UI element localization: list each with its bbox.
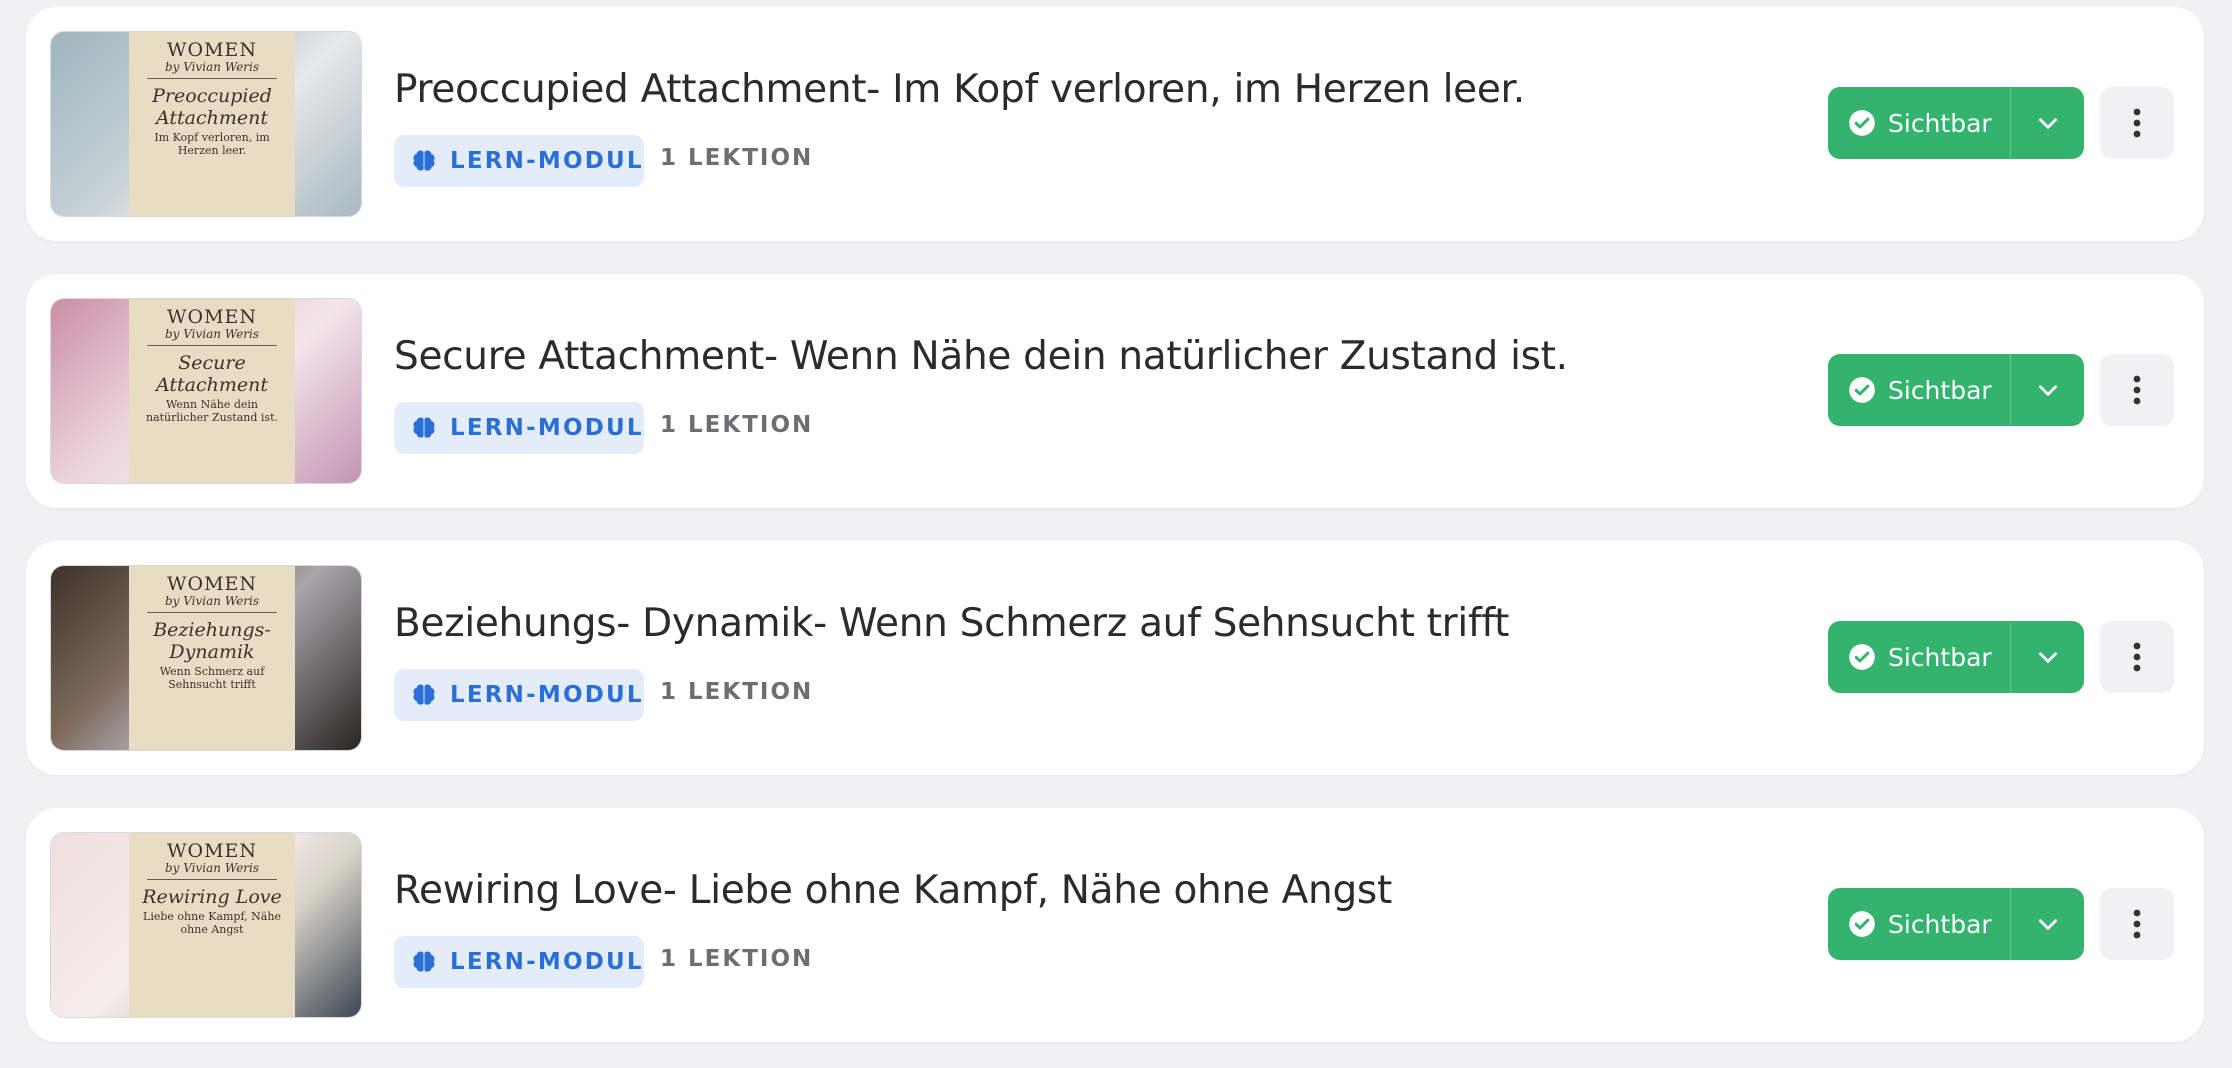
thumbnail-brand: WOMEN [166, 573, 258, 595]
more-vertical-icon [2133, 108, 2141, 138]
thumbnail-script-title: Rewiring Love [142, 886, 282, 908]
thumbnail-byline: by Vivian Weris [164, 327, 260, 341]
visibility-toggle[interactable]: Sichtbar [1828, 354, 2010, 426]
chevron-down-icon [2038, 385, 2057, 396]
module-title[interactable]: Rewiring Love- Liebe ohne Kampf, Nähe oh… [394, 868, 1392, 913]
visibility-button[interactable]: Sichtbar [1828, 87, 2084, 159]
module-card[interactable]: WOMEN by Vivian Weris Beziehungs- Dynami… [26, 541, 2204, 775]
brain-icon [413, 951, 435, 972]
thumbnail-brand: WOMEN [166, 306, 258, 328]
visibility-toggle[interactable]: Sichtbar [1828, 87, 2010, 159]
thumbnail-cover: WOMEN by Vivian Weris Secure Attachment … [129, 299, 295, 483]
module-type-label: LERN-MODUL [450, 415, 644, 441]
visibility-label: Sichtbar [1888, 642, 1992, 672]
chevron-down-icon [2038, 118, 2057, 129]
check-circle-icon [1849, 110, 1875, 136]
lesson-count: 1 LEKTION [660, 145, 814, 171]
visibility-dropdown-button[interactable] [2011, 888, 2084, 960]
thumbnail-script-title: Preoccupied Attachment [152, 85, 272, 129]
module-type-label: LERN-MODUL [450, 148, 644, 174]
brain-icon [413, 417, 435, 438]
more-vertical-icon [2133, 642, 2141, 672]
thumbnail-subtitle: Wenn Schmerz auf Sehnsucht trifft [159, 665, 265, 691]
chevron-down-icon [2038, 652, 2057, 663]
module-card[interactable]: WOMEN by Vivian Weris Secure Attachment … [26, 274, 2204, 508]
module-title[interactable]: Preoccupied Attachment- Im Kopf verloren… [394, 67, 1525, 112]
brain-icon [413, 684, 435, 705]
more-vertical-icon [2133, 909, 2141, 939]
thumbnail-script-title: Secure Attachment [156, 352, 268, 396]
module-type-badge: LERN-MODUL [394, 402, 644, 454]
visibility-button[interactable]: Sichtbar [1828, 354, 2084, 426]
thumbnail-subtitle: Im Kopf verloren, im Herzen leer. [154, 131, 270, 157]
check-circle-icon [1849, 377, 1875, 403]
module-type-badge: LERN-MODUL [394, 669, 644, 721]
thumbnail-divider [147, 345, 277, 346]
thumbnail-subtitle: Wenn Nähe dein natürlicher Zustand ist. [145, 398, 278, 424]
module-thumbnail[interactable]: WOMEN by Vivian Weris Rewiring Love Lieb… [50, 832, 362, 1018]
module-type-label: LERN-MODUL [450, 949, 644, 975]
module-type-label: LERN-MODUL [450, 682, 644, 708]
check-circle-icon [1849, 644, 1875, 670]
module-type-badge: LERN-MODUL [394, 135, 644, 187]
lesson-count: 1 LEKTION [660, 946, 814, 972]
thumbnail-divider [147, 879, 277, 880]
more-options-button[interactable] [2100, 354, 2174, 426]
more-options-button[interactable] [2100, 87, 2174, 159]
visibility-label: Sichtbar [1888, 909, 1992, 939]
visibility-toggle[interactable]: Sichtbar [1828, 888, 2010, 960]
module-title[interactable]: Beziehungs- Dynamik- Wenn Schmerz auf Se… [394, 601, 1509, 646]
thumbnail-cover: WOMEN by Vivian Weris Rewiring Love Lieb… [129, 833, 295, 1017]
visibility-dropdown-button[interactable] [2011, 87, 2084, 159]
more-options-button[interactable] [2100, 888, 2174, 960]
module-thumbnail[interactable]: WOMEN by Vivian Weris Secure Attachment … [50, 298, 362, 484]
module-type-badge: LERN-MODUL [394, 936, 644, 988]
visibility-dropdown-button[interactable] [2011, 354, 2084, 426]
thumbnail-cover: WOMEN by Vivian Weris Preoccupied Attach… [129, 32, 295, 216]
thumbnail-cover: WOMEN by Vivian Weris Beziehungs- Dynami… [129, 566, 295, 750]
module-thumbnail[interactable]: WOMEN by Vivian Weris Preoccupied Attach… [50, 31, 362, 217]
lesson-count: 1 LEKTION [660, 679, 814, 705]
thumbnail-divider [147, 612, 277, 613]
more-vertical-icon [2133, 375, 2141, 405]
module-list: WOMEN by Vivian Weris Preoccupied Attach… [0, 0, 2232, 1068]
brain-icon [413, 150, 435, 171]
visibility-label: Sichtbar [1888, 108, 1992, 138]
module-card[interactable]: WOMEN by Vivian Weris Rewiring Love Lieb… [26, 808, 2204, 1042]
thumbnail-byline: by Vivian Weris [164, 60, 260, 74]
visibility-label: Sichtbar [1888, 375, 1992, 405]
thumbnail-divider [147, 78, 277, 79]
check-circle-icon [1849, 911, 1875, 937]
thumbnail-brand: WOMEN [166, 39, 258, 61]
thumbnail-brand: WOMEN [166, 840, 258, 862]
chevron-down-icon [2038, 919, 2057, 930]
lesson-count: 1 LEKTION [660, 412, 814, 438]
thumbnail-byline: by Vivian Weris [164, 861, 260, 875]
thumbnail-byline: by Vivian Weris [164, 594, 260, 608]
visibility-toggle[interactable]: Sichtbar [1828, 621, 2010, 693]
visibility-button[interactable]: Sichtbar [1828, 888, 2084, 960]
module-thumbnail[interactable]: WOMEN by Vivian Weris Beziehungs- Dynami… [50, 565, 362, 751]
thumbnail-subtitle: Liebe ohne Kampf, Nähe ohne Angst [143, 910, 281, 936]
thumbnail-script-title: Beziehungs- Dynamik [153, 619, 271, 663]
more-options-button[interactable] [2100, 621, 2174, 693]
module-title[interactable]: Secure Attachment- Wenn Nähe dein natürl… [394, 334, 1568, 379]
module-card[interactable]: WOMEN by Vivian Weris Preoccupied Attach… [26, 7, 2204, 241]
visibility-dropdown-button[interactable] [2011, 621, 2084, 693]
visibility-button[interactable]: Sichtbar [1828, 621, 2084, 693]
